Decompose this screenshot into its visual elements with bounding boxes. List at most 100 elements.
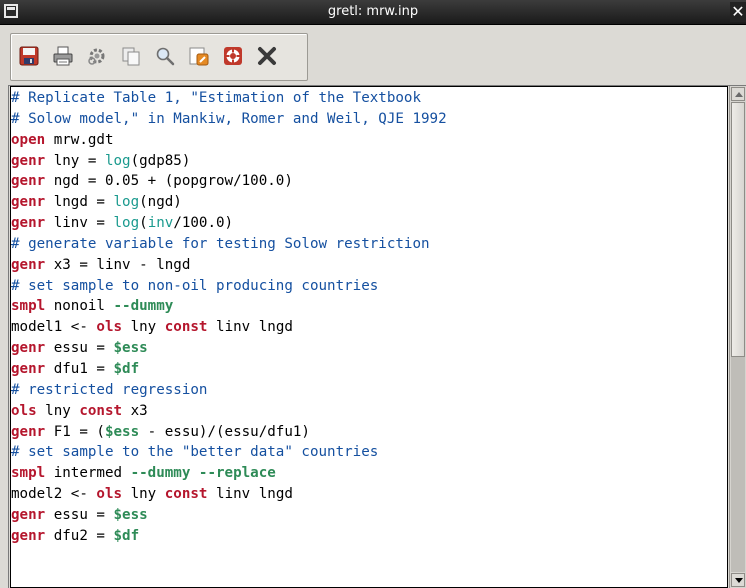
print-icon [53,46,73,66]
close-icon [258,47,276,65]
code-token-kw: smpl [11,298,46,315]
edit-icon [189,47,209,66]
code-token-plain: essu = [45,340,114,357]
code-line: # generate variable for testing Solow re… [11,234,447,255]
code-token-plain: linv lngd [207,319,293,336]
code-token-plain: mrw.gdt [45,131,114,148]
help-icon [224,47,242,65]
code-token-kw: ols [96,319,123,336]
code-line: # set sample to the "better data" countr… [11,442,447,463]
code-line: # set sample to non-oil producing countr… [11,276,447,297]
code-token-plain: - essu)/(essu/dfu1) [139,423,310,440]
execute-button[interactable] [85,44,109,68]
code-token-comment: # Solow model," in Mankiw, Romer and Wei… [11,110,447,127]
code-line: genr lny = log(gdp85) [11,151,447,172]
code-token-plain: (ngd) [139,194,182,211]
code-line: smpl nonoil --dummy [11,296,447,317]
toolbar [0,25,746,85]
code-line: genr ngd = 0.05 + (popgrow/100.0) [11,171,447,192]
toolbar-frame [10,33,308,81]
code-token-plain: model2 <- [11,486,97,503]
title-bar[interactable]: gretl: mrw.inp ✕ [0,0,746,25]
code-token-plain: essu = [45,506,114,523]
save-icon [19,46,39,66]
vertical-scrollbar[interactable] [729,86,746,588]
code-token-kw: ols [96,486,123,503]
code-token-kw: genr [11,360,46,377]
scroll-thumb[interactable] [731,102,745,357]
code-token-plain: dfu2 = [45,527,114,544]
code-line: # Replicate Table 1, "Estimation of the … [11,88,447,109]
code-token-plain: ngd = 0.05 + (popgrow/100.0) [45,173,293,190]
code-token-plain: x3 [122,402,148,419]
code-token-kw: const [164,486,208,503]
code-line: model1 <- ols lny const linv lngd [11,317,447,338]
code-token-kw: genr [11,256,46,273]
code-token-plain: dfu1 = [45,360,114,377]
code-line: genr dfu1 = $df [11,359,447,380]
code-token-plain: ( [139,215,148,232]
code-line: model2 <- ols lny const linv lngd [11,484,447,505]
code-token-var: $df [113,527,140,544]
code-token-kw: const [79,402,123,419]
code-token-plain: (gdp85) [130,152,191,169]
code-token-var: $df [113,360,140,377]
scroll-track[interactable] [731,357,745,572]
code-token-comment: # set sample to the "better data" countr… [11,444,379,461]
code-token-kw: genr [11,215,46,232]
code-token-fn: log [104,152,131,169]
code-line: smpl intermed --dummy --replace [11,463,447,484]
edit-button[interactable] [187,44,211,68]
scroll-down-arrow-icon[interactable] [731,573,745,587]
code-line: genr linv = log(inv/100.0) [11,213,447,234]
code-token-plain: model1 <- [11,319,97,336]
code-token-var: $ess [104,423,140,440]
script-text[interactable]: # Replicate Table 1, "Estimation of the … [11,88,447,547]
code-token-kw: smpl [11,465,46,482]
code-token-kw: genr [11,152,46,169]
code-token-plain: lngd = [45,194,114,211]
print-button[interactable] [51,44,75,68]
code-token-var: $ess [113,506,148,523]
code-token-plain: intermed [45,465,131,482]
find-button[interactable] [153,44,177,68]
code-token-plain: x3 = linv - lngd [45,256,191,273]
script-editor[interactable]: # Replicate Table 1, "Estimation of the … [10,86,728,588]
close-button[interactable] [255,44,279,68]
code-line: genr essu = $ess [11,505,447,526]
code-token-plain: lny [122,319,165,336]
code-token-kw: genr [11,340,46,357]
code-token-plain: F1 = ( [45,423,105,440]
code-token-var: $ess [113,340,148,357]
code-line: genr F1 = ($ess - essu)/(essu/dfu1) [11,422,447,443]
code-line: genr dfu2 = $df [11,526,447,547]
save-button[interactable] [17,44,41,68]
code-token-kw: genr [11,527,46,544]
code-token-comment: # restricted regression [11,381,208,398]
scroll-up-arrow-icon[interactable] [731,87,745,101]
code-token-fn: log [113,194,140,211]
code-line: open mrw.gdt [11,130,447,151]
code-line: genr essu = $ess [11,338,447,359]
execute-icon [88,48,105,65]
code-token-kw: open [11,131,46,148]
code-token-plain: lny = [45,152,105,169]
code-token-comment: # generate variable for testing Solow re… [11,235,430,252]
code-line: # Solow model," in Mankiw, Romer and Wei… [11,109,447,130]
help-button[interactable] [221,44,245,68]
code-token-fn: inv [147,215,174,232]
code-token-var: --dummy --replace [130,465,276,482]
code-token-comment: # set sample to non-oil producing countr… [11,277,379,294]
code-token-plain: lny [122,486,165,503]
code-line: genr lngd = log(ngd) [11,192,447,213]
copy-button[interactable] [119,44,143,68]
code-token-var: --dummy [113,298,174,315]
find-icon [156,47,175,66]
code-token-fn: log [113,215,140,232]
copy-icon [122,47,140,66]
code-token-plain: /100.0) [173,215,234,232]
window-close-button[interactable]: ✕ [730,2,746,22]
code-token-kw: const [164,319,208,336]
code-line: ols lny const x3 [11,401,447,422]
code-token-plain: lny [36,402,80,419]
